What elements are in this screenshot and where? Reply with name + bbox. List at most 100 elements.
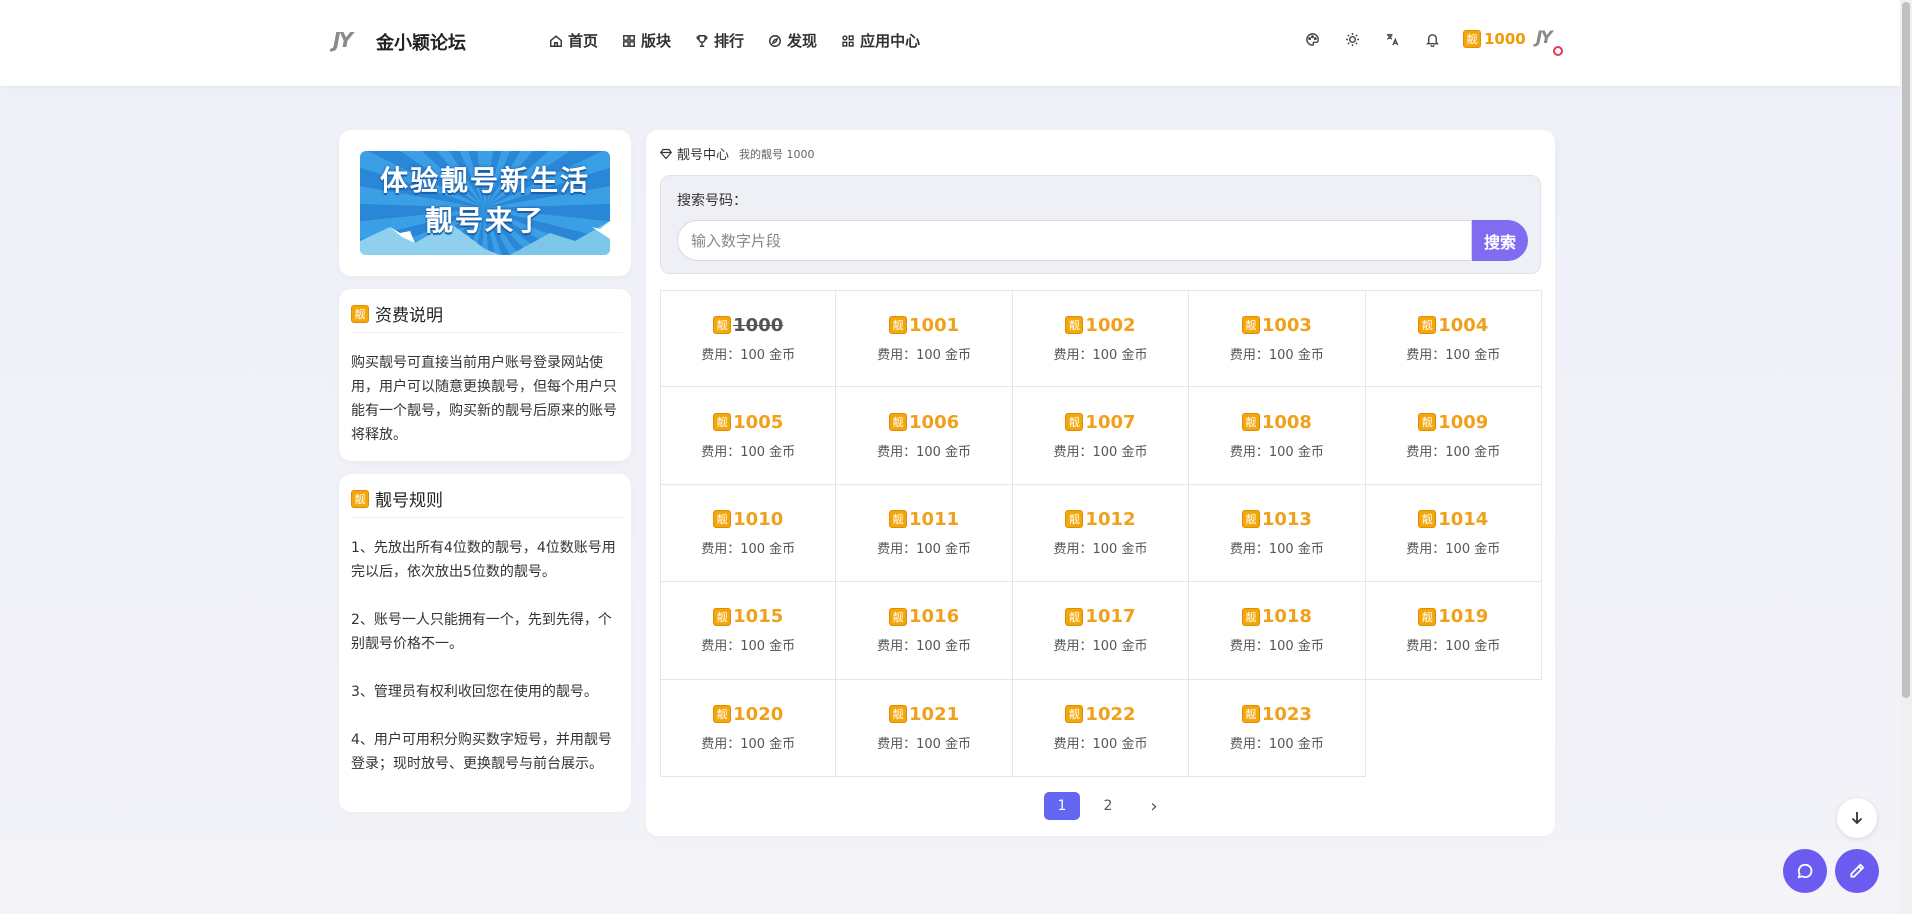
number-cell[interactable]: 靓 1018 费用：100 金币: [1189, 582, 1366, 680]
number-label: 靓 1006: [889, 412, 959, 433]
number-label: 靓 1021: [889, 704, 959, 725]
nav-discover[interactable]: 发现: [768, 30, 817, 51]
nav-home[interactable]: 首页: [549, 30, 598, 51]
nav-boards[interactable]: 版块: [622, 30, 671, 51]
breadcrumb: 靓号中心 我的靓号 1000: [660, 144, 815, 163]
rule-item: 2、账号一人只能拥有一个，先到先得，个别靓号价格不一。: [351, 612, 612, 652]
number-cell[interactable]: 靓 1000 费用：100 金币: [660, 290, 837, 388]
number-cell[interactable]: 靓 1016 费用：100 金币: [836, 582, 1013, 680]
chat-button[interactable]: [1783, 849, 1827, 893]
number-value: 1014: [1438, 508, 1489, 530]
number-cell[interactable]: 靓 1007 费用：100 金币: [1012, 387, 1190, 485]
number-cell[interactable]: 靓 1019 费用：100 金币: [1365, 582, 1542, 680]
breadcrumb-title[interactable]: 靓号中心: [677, 144, 729, 163]
sun-icon[interactable]: [1343, 30, 1361, 48]
arrow-down-icon: [1851, 812, 1863, 825]
fee-info-text: 购买靓号可直接当前用户账号登录网站使用，用户可以随意更换靓号，但每个用户只能有一…: [351, 355, 617, 443]
pencil-icon: [1850, 863, 1865, 878]
number-cell[interactable]: 靓 1006 费用：100 金币: [836, 387, 1013, 485]
liang-badge-icon: 靓: [1241, 316, 1260, 335]
number-value: 1007: [1085, 411, 1136, 433]
liang-badge-icon: 靓: [1463, 30, 1481, 48]
edit-button[interactable]: [1835, 849, 1879, 893]
number-fee: 费用：100 金币: [1053, 736, 1148, 752]
grid-icon: [623, 34, 635, 47]
breadcrumb-sub[interactable]: 我的靓号 1000: [739, 146, 815, 162]
number-cell[interactable]: 靓 1022 费用：100 金币: [1012, 679, 1190, 777]
number-cell[interactable]: 靓 1013 费用：100 金币: [1189, 484, 1366, 583]
liang-badge-icon: 靓: [889, 510, 908, 529]
page-2-button[interactable]: 2: [1090, 792, 1126, 820]
next-page-button[interactable]: ›: [1136, 792, 1172, 820]
number-cell[interactable]: 靓 1014 费用：100 金币: [1365, 484, 1542, 583]
number-cell[interactable]: 靓 1002 费用：100 金币: [1012, 290, 1190, 388]
number-value: 1004: [1438, 314, 1489, 336]
liang-badge-icon: 靓: [889, 413, 908, 432]
number-value: 1012: [1085, 508, 1136, 530]
number-label: 靓 1017: [1065, 606, 1136, 627]
number-fee: 费用：100 金币: [1406, 541, 1501, 557]
bell-icon[interactable]: [1423, 30, 1441, 48]
number-cell[interactable]: 靓 1023 费用：100 金币: [1189, 679, 1366, 777]
nav-label: 首页: [568, 32, 599, 50]
search-button[interactable]: 搜索: [1472, 220, 1528, 261]
number-label: 靓 1015: [713, 606, 783, 627]
liang-badge-icon: 靓: [1065, 510, 1084, 529]
number-fee: 费用：100 金币: [1406, 639, 1501, 655]
page-scrollbar-thumb[interactable]: [1902, 2, 1910, 698]
top-header: JY 金小颖论坛 首页 版块 排行 发现 应用中心 靓 1000 JY: [0, 0, 1900, 86]
number-cell[interactable]: 靓 1011 费用：100 金币: [836, 484, 1013, 583]
number-cell[interactable]: 靓 1005 费用：100 金币: [660, 387, 837, 485]
number-label: 靓 1007: [1065, 411, 1136, 433]
number-grid: 靓 1000 费用：100 金币靓 1001 费用：100 金币靓 1002 费用：100 …: [660, 290, 1542, 777]
fee-info-title: 资费说明: [375, 306, 443, 326]
number-value: 1022: [1085, 703, 1136, 725]
search-input[interactable]: [677, 220, 1472, 261]
number-fee: 费用：100 金币: [1053, 541, 1148, 557]
liang-badge-icon: 靓: [713, 316, 732, 335]
number-cell[interactable]: 靓 1010 费用：100 金币: [660, 484, 837, 583]
site-logo[interactable]: JY: [333, 28, 363, 54]
number-cell[interactable]: 靓 1021 费用：100 金币: [836, 679, 1013, 777]
user-number: 1000: [1484, 30, 1526, 48]
liang-badge-icon: 靓: [889, 607, 908, 626]
number-fee: 费用：100 金币: [701, 444, 796, 460]
number-cell[interactable]: 靓 1001 费用：100 金币: [836, 290, 1013, 388]
liang-badge-icon: 靓: [889, 705, 908, 724]
nav-ranking[interactable]: 排行: [695, 30, 744, 51]
number-label: 靓 1018: [1241, 606, 1312, 627]
user-number-badge[interactable]: 靓 1000: [1463, 30, 1526, 48]
number-cell[interactable]: 靓 1009 费用：100 金币: [1365, 387, 1542, 485]
number-cell[interactable]: 靓 1015 费用：100 金币: [660, 582, 837, 680]
number-value: 1002: [1085, 314, 1136, 336]
fee-info-card: 靓 资费说明 购买靓号可直接当前用户账号登录网站使用，用户可以随意更换靓号，但每…: [339, 289, 631, 461]
number-fee: 费用：100 金币: [877, 736, 972, 752]
nav-app-center[interactable]: 应用中心: [841, 30, 920, 51]
number-cell[interactable]: 靓 1003 费用：100 金币: [1189, 290, 1366, 388]
banner-card: 体验靓号新生活 靓号来了: [339, 130, 631, 276]
site-name[interactable]: 金小颖论坛: [376, 29, 466, 55]
nav-label: 发现: [787, 32, 818, 50]
number-fee: 费用：100 金币: [1053, 444, 1148, 460]
number-cell[interactable]: 靓 1004 费用：100 金币: [1365, 290, 1542, 388]
rules-header: 靓 靓号规则: [351, 486, 443, 511]
number-cell[interactable]: 靓 1012 费用：100 金币: [1012, 484, 1190, 583]
liang-badge-icon: 靓: [1418, 607, 1437, 626]
promo-banner[interactable]: 体验靓号新生活 靓号来了: [360, 151, 610, 255]
number-label: 靓 1004: [1418, 315, 1488, 336]
number-cell[interactable]: 靓 1008 费用：100 金币: [1189, 387, 1366, 485]
liang-badge-icon: 靓: [351, 489, 369, 508]
rules-title: 靓号规则: [375, 491, 443, 511]
liang-badge-icon: 靓: [1065, 316, 1084, 335]
number-cell[interactable]: 靓 1017 费用：100 金币: [1012, 582, 1190, 680]
number-label: 靓 1011: [889, 509, 959, 530]
number-cell[interactable]: 靓 1020 费用：100 金币: [660, 679, 837, 777]
page-1-button[interactable]: 1: [1044, 792, 1080, 820]
number-fee: 费用：100 金币: [1229, 541, 1324, 557]
scroll-down-button[interactable]: [1837, 798, 1877, 838]
liang-badge-icon: 靓: [1065, 705, 1084, 724]
home-icon: [550, 34, 562, 47]
translate-icon[interactable]: [1383, 30, 1401, 48]
liang-badge-icon: 靓: [1065, 607, 1084, 626]
palette-icon[interactable]: [1303, 30, 1321, 48]
